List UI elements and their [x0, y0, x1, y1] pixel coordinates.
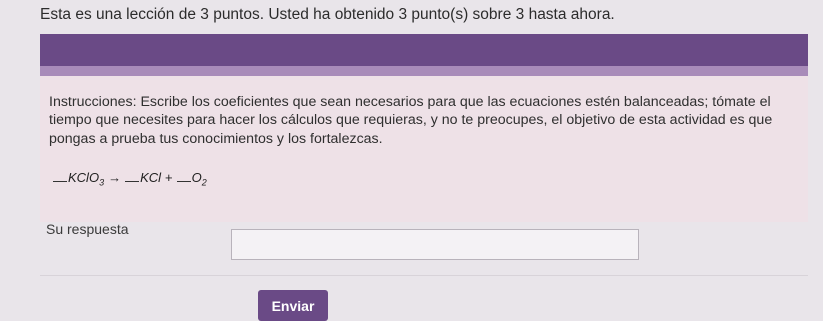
reactant-formula: KClO3: [68, 170, 105, 188]
product-formula-1: KCl: [140, 170, 162, 185]
lesson-status-text: Esta es una lección de 3 puntos. Usted h…: [40, 6, 615, 23]
coefficient-blank-1: [53, 181, 67, 182]
product-formula-2: O2: [191, 170, 207, 188]
chemical-equation: KClO3 → KCl + O2: [53, 170, 207, 188]
answer-label: Su respuesta: [46, 221, 129, 237]
divider: [40, 275, 808, 276]
question-card: Instrucciones: Escribe los coeficientes …: [40, 34, 808, 222]
coefficient-blank-3: [176, 181, 191, 182]
question-instructions: Instrucciones: Escribe los coeficientes …: [49, 94, 773, 147]
plus-sign: +: [165, 170, 173, 185]
answer-input[interactable]: [231, 229, 639, 260]
reaction-arrow: →: [108, 170, 122, 185]
coefficient-blank-2: [125, 181, 140, 182]
submit-button[interactable]: Enviar: [258, 290, 328, 321]
question-card-header-stripe: [40, 66, 808, 76]
question-card-header: [40, 34, 808, 66]
